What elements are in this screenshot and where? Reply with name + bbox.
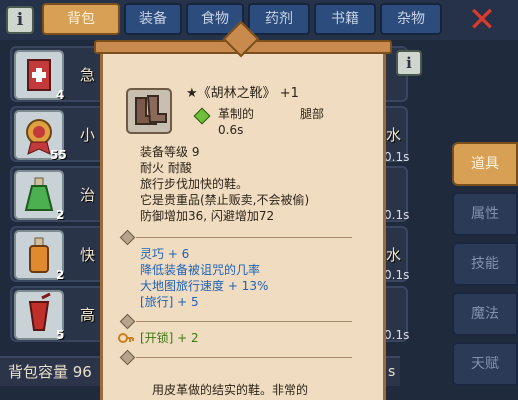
divider bbox=[136, 321, 352, 322]
side-tab-magic[interactable]: 魔法 bbox=[452, 292, 518, 336]
item-count: 55 bbox=[50, 148, 67, 162]
tab-equipment[interactable]: 装备 bbox=[124, 3, 182, 35]
item-name-tail: 水 bbox=[386, 246, 402, 264]
side-tab-talent[interactable]: 天赋 bbox=[452, 342, 518, 386]
desc-line: 旅行步伐加快的鞋。 bbox=[140, 177, 249, 191]
key-icon bbox=[118, 330, 134, 344]
divider bbox=[136, 357, 352, 358]
item-count: 2 bbox=[56, 208, 65, 222]
desc-line: 它是贵重品(禁止贩卖,不会被偷) bbox=[140, 193, 310, 207]
divider bbox=[136, 237, 352, 238]
item-time: 0.1s bbox=[384, 328, 410, 342]
item-time: 0.1s bbox=[384, 150, 410, 164]
item-name: 高 bbox=[80, 306, 96, 324]
tab-potion[interactable]: 药剂 bbox=[248, 3, 310, 35]
item-count: 4 bbox=[56, 88, 65, 102]
item-flavor-text: 用皮革做的结实的鞋。非常的 bbox=[152, 383, 309, 397]
desc-line: 防御增加36, 闪避增加72 bbox=[140, 209, 275, 223]
item-name: 快 bbox=[80, 246, 96, 264]
desc-line: 耐火 耐酸 bbox=[140, 161, 192, 175]
item-name: 急 bbox=[80, 66, 96, 84]
side-tab-skills[interactable]: 技能 bbox=[452, 242, 518, 286]
item-count: 5 bbox=[56, 328, 65, 342]
info-icon[interactable]: i bbox=[396, 50, 422, 76]
item-name: 治 bbox=[80, 186, 96, 204]
item-name-tail: 水 bbox=[386, 126, 402, 144]
tab-misc[interactable]: 杂物 bbox=[380, 3, 442, 35]
tab-backpack[interactable]: 背包 bbox=[42, 3, 120, 35]
tab-books[interactable]: 书籍 bbox=[314, 3, 376, 35]
item-time: 0.1s bbox=[384, 208, 410, 222]
skill-line: [开锁] + 2 bbox=[140, 331, 199, 345]
item-material: 革制的 bbox=[218, 107, 255, 121]
item-time: 0.1s bbox=[384, 268, 410, 282]
bonus-line: 大地图旅行速度 + 13% bbox=[140, 279, 269, 293]
desc-line: 装备等级 9 bbox=[140, 145, 200, 159]
bonus-line: 降低装备被诅咒的几率 bbox=[140, 263, 261, 277]
item-title: ★《胡林之靴》 +1 bbox=[186, 86, 299, 101]
bonus-line: [旅行] + 5 bbox=[140, 295, 199, 309]
item-use-time: 0.6s bbox=[218, 123, 244, 137]
close-icon[interactable]: ✕ bbox=[464, 3, 500, 38]
item-slot: 腿部 bbox=[300, 107, 325, 121]
boots-icon bbox=[126, 88, 172, 134]
info-icon[interactable]: i bbox=[6, 6, 34, 34]
side-tab-attributes[interactable]: 属性 bbox=[452, 192, 518, 236]
item-name: 小 bbox=[80, 126, 96, 144]
side-tab-items[interactable]: 道具 bbox=[452, 142, 518, 186]
capacity-tail: s bbox=[388, 364, 396, 380]
bonus-line: 灵巧 + 6 bbox=[140, 247, 190, 261]
item-count: 2 bbox=[56, 268, 65, 282]
